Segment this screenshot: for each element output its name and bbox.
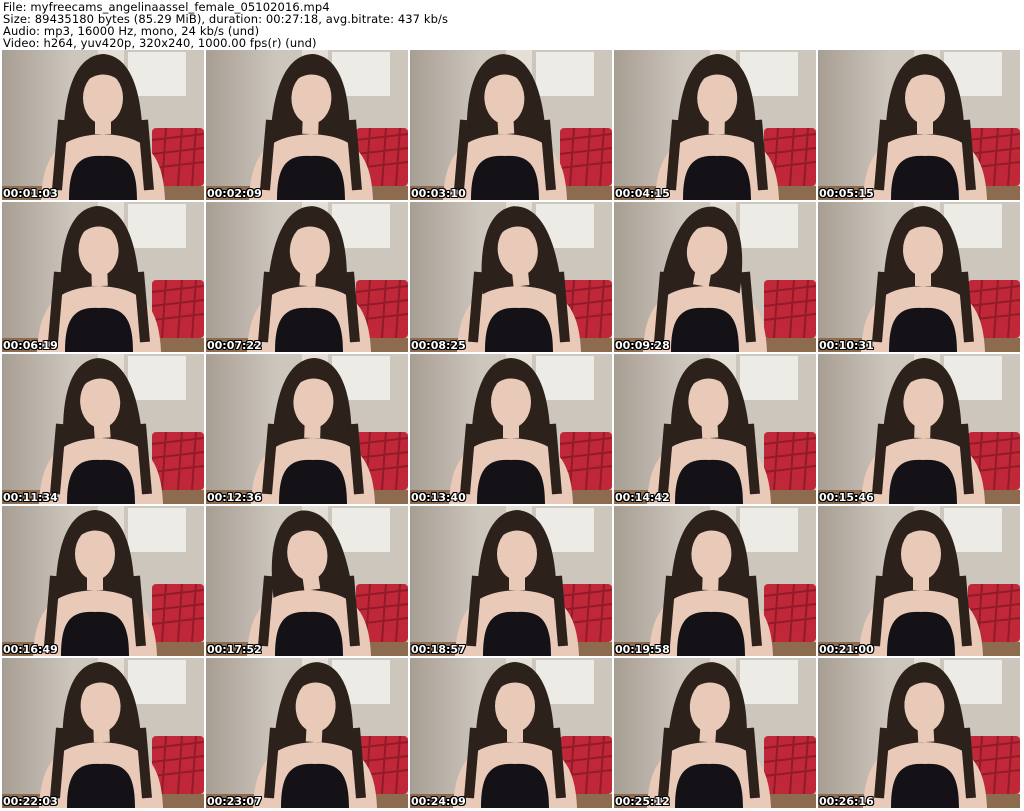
video-thumbnail: 00:14:42: [614, 354, 816, 504]
chair-shape: [763, 431, 816, 491]
video-thumbnail: 00:07:22: [206, 202, 408, 352]
video-thumbnail: 00:06:19: [2, 202, 204, 352]
frame-image: [2, 506, 204, 656]
video-thumbnail: 00:16:49: [2, 506, 204, 656]
video-thumbnail: 00:13:40: [410, 354, 612, 504]
video-thumbnail: 00:01:03: [2, 50, 204, 200]
frame-image: [2, 50, 204, 200]
frame-image: [818, 658, 1020, 808]
timestamp-label: 00:17:52: [207, 643, 262, 656]
video-thumbnail: 00:09:28: [614, 202, 816, 352]
timestamp-label: 00:09:28: [615, 339, 670, 352]
video-thumbnail: 00:26:16: [818, 658, 1020, 808]
frame-image: [410, 50, 612, 200]
frame-image: [206, 506, 408, 656]
timestamp-label: 00:11:34: [3, 491, 58, 504]
chair-shape: [763, 735, 816, 795]
video-thumbnail: 00:10:31: [818, 202, 1020, 352]
thumbnail-grid: 00:01:03 00:02:09 00:03:10 00:04:15 00:05:15…: [2, 50, 1022, 811]
video-thumbnail: 00:19:58: [614, 506, 816, 656]
video-thumbnail: 00:22:03: [2, 658, 204, 808]
timestamp-label: 00:15:46: [819, 491, 874, 504]
chair-shape: [559, 127, 612, 187]
frame-image: [818, 50, 1020, 200]
timestamp-label: 00:24:09: [411, 795, 466, 808]
timestamp-label: 00:10:31: [819, 339, 874, 352]
frame-image: [2, 354, 204, 504]
timestamp-label: 00:03:10: [411, 187, 466, 200]
chair-shape: [151, 279, 204, 339]
frame-image: [818, 506, 1020, 656]
frame-image: [410, 354, 612, 504]
timestamp-label: 00:02:09: [207, 187, 262, 200]
video-thumbnail: 00:03:10: [410, 50, 612, 200]
video-thumbnail: 00:12:36: [206, 354, 408, 504]
timestamp-label: 00:14:42: [615, 491, 670, 504]
timestamp-label: 00:19:58: [615, 643, 670, 656]
video-thumbnail: 00:08:25: [410, 202, 612, 352]
video-info-line: Video: h264, yuv420p, 320x240, 1000.00 f…: [3, 36, 317, 50]
frame-image: [2, 658, 204, 808]
timestamp-label: 00:07:22: [207, 339, 262, 352]
frame-image: [614, 354, 816, 504]
timestamp-label: 00:12:36: [207, 491, 262, 504]
frame-image: [410, 506, 612, 656]
timestamp-label: 00:13:40: [411, 491, 466, 504]
frame-image: [2, 202, 204, 352]
timestamp-label: 00:01:03: [3, 187, 58, 200]
video-thumbnail: 00:18:57: [410, 506, 612, 656]
timestamp-label: 00:18:57: [411, 643, 466, 656]
timestamp-label: 00:16:49: [3, 643, 58, 656]
frame-image: [206, 50, 408, 200]
frame-image: [614, 50, 816, 200]
video-thumbnail: 00:25:12: [614, 658, 816, 808]
timestamp-label: 00:08:25: [411, 339, 466, 352]
chair-shape: [151, 583, 204, 643]
video-thumbnail: 00:11:34: [2, 354, 204, 504]
frame-image: [206, 202, 408, 352]
video-thumbnail: 00:24:09: [410, 658, 612, 808]
frame-image: [206, 658, 408, 808]
video-thumbnail: 00:21:00: [818, 506, 1020, 656]
frame-image: [206, 354, 408, 504]
timestamp-label: 00:21:00: [819, 643, 874, 656]
frame-image: [614, 658, 816, 808]
video-thumbnail: 00:02:09: [206, 50, 408, 200]
frame-image: [410, 658, 612, 808]
frame-image: [614, 202, 816, 352]
timestamp-label: 00:04:15: [615, 187, 670, 200]
frame-image: [818, 202, 1020, 352]
video-thumbnail: 00:04:15: [614, 50, 816, 200]
video-thumbnail: 00:15:46: [818, 354, 1020, 504]
chair-shape: [763, 583, 816, 643]
timestamp-label: 00:22:03: [3, 795, 58, 808]
video-thumbnail: 00:23:07: [206, 658, 408, 808]
file-info-header: File: myfreecams_angelinaassel_female_05…: [0, 0, 1024, 50]
chair-shape: [763, 279, 816, 339]
timestamp-label: 00:23:07: [207, 795, 262, 808]
timestamp-label: 00:25:12: [615, 795, 670, 808]
timestamp-label: 00:06:19: [3, 339, 58, 352]
frame-image: [614, 506, 816, 656]
frame-image: [410, 202, 612, 352]
timestamp-label: 00:26:16: [819, 795, 874, 808]
video-thumbnail: 00:05:15: [818, 50, 1020, 200]
frame-image: [818, 354, 1020, 504]
video-thumbnail: 00:17:52: [206, 506, 408, 656]
timestamp-label: 00:05:15: [819, 187, 874, 200]
